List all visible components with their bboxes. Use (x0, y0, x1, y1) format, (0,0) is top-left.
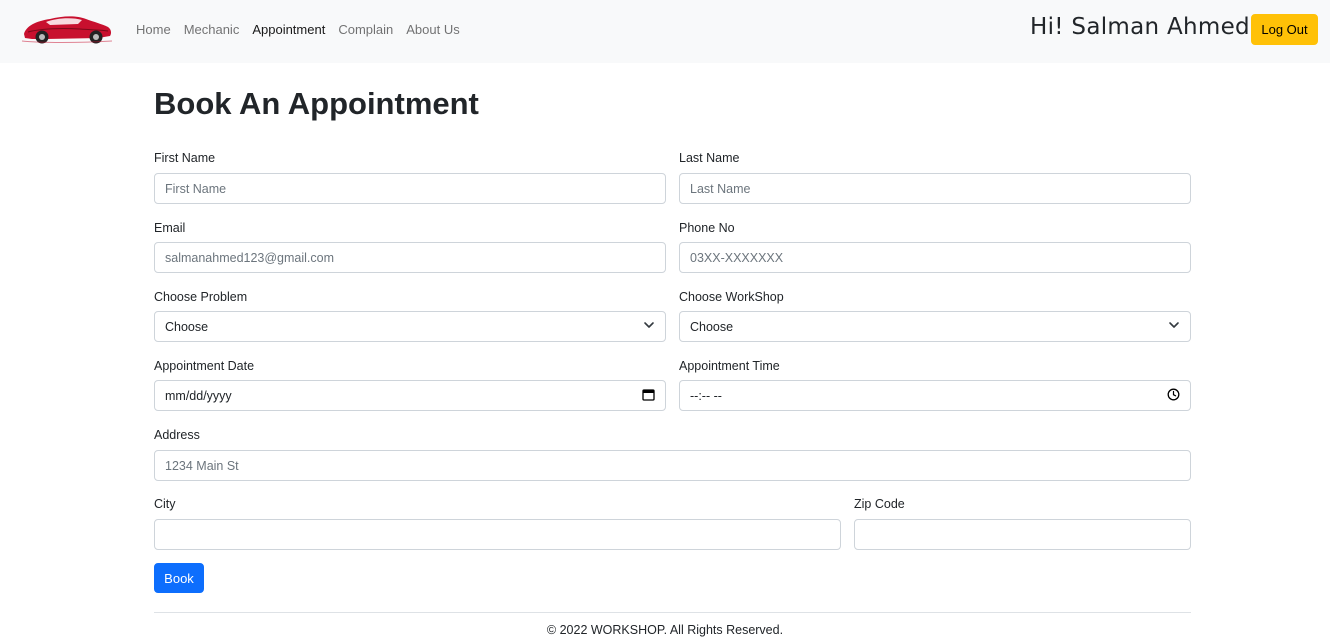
zip-code-label: Zip Code (854, 497, 905, 511)
last-name-label: Last Name (679, 151, 740, 165)
time-input-value: --:-- -- (690, 388, 722, 403)
footer-copyright: © 2022 WORKSHOP. All Rights Reserved. (546, 623, 784, 637)
logout-button[interactable]: Log Out (1251, 14, 1318, 45)
nav-links: Home Mechanic Appointment Complain About… (136, 22, 473, 38)
date-input-value: mm/dd/yyyy (165, 388, 232, 403)
nav-link-complain[interactable]: Complain (338, 22, 393, 38)
nav-link-about-us[interactable]: About Us (406, 22, 459, 38)
nav-link-appointment[interactable]: Appointment (252, 22, 325, 38)
page-title: Book An Appointment (154, 86, 479, 121)
appointment-time-input[interactable]: --:-- -- (679, 380, 1191, 411)
city-label: City (154, 497, 176, 511)
address-input[interactable] (154, 450, 1191, 481)
navbar: Home Mechanic Appointment Complain About… (0, 0, 1330, 63)
problem-select-value: Choose (165, 319, 209, 334)
workshop-label: Choose WorkShop (679, 290, 784, 304)
nav-link-mechanic[interactable]: Mechanic (184, 22, 240, 38)
appointment-date-input[interactable]: mm/dd/yyyy (154, 380, 666, 411)
first-name-input[interactable] (154, 173, 666, 204)
workshop-select-value: Choose (690, 319, 734, 334)
zip-code-input[interactable] (854, 519, 1191, 550)
chevron-down-icon (643, 319, 655, 334)
last-name-input[interactable] (679, 173, 1191, 204)
appointment-time-label: Appointment Time (679, 359, 780, 373)
phone-input[interactable] (679, 242, 1191, 273)
address-label: Address (154, 428, 200, 442)
chevron-down-icon (1168, 319, 1180, 334)
email-label: Email (154, 221, 186, 235)
phone-label: Phone No (679, 221, 735, 235)
footer-divider (154, 612, 1191, 613)
clock-icon[interactable] (1167, 388, 1180, 404)
workshop-select[interactable]: Choose (679, 311, 1191, 342)
user-greeting: Hi! Salman Ahmed (1030, 14, 1250, 40)
email-input[interactable] (154, 242, 666, 273)
problem-select[interactable]: Choose (154, 311, 666, 342)
calendar-icon[interactable] (642, 388, 655, 404)
sports-car-logo-icon[interactable] (20, 12, 114, 44)
nav-link-home[interactable]: Home (136, 22, 171, 38)
first-name-label: First Name (154, 151, 216, 165)
city-input[interactable] (154, 519, 841, 550)
problem-label: Choose Problem (154, 290, 248, 304)
appointment-date-label: Appointment Date (154, 359, 255, 373)
book-button[interactable]: Book (154, 563, 204, 593)
